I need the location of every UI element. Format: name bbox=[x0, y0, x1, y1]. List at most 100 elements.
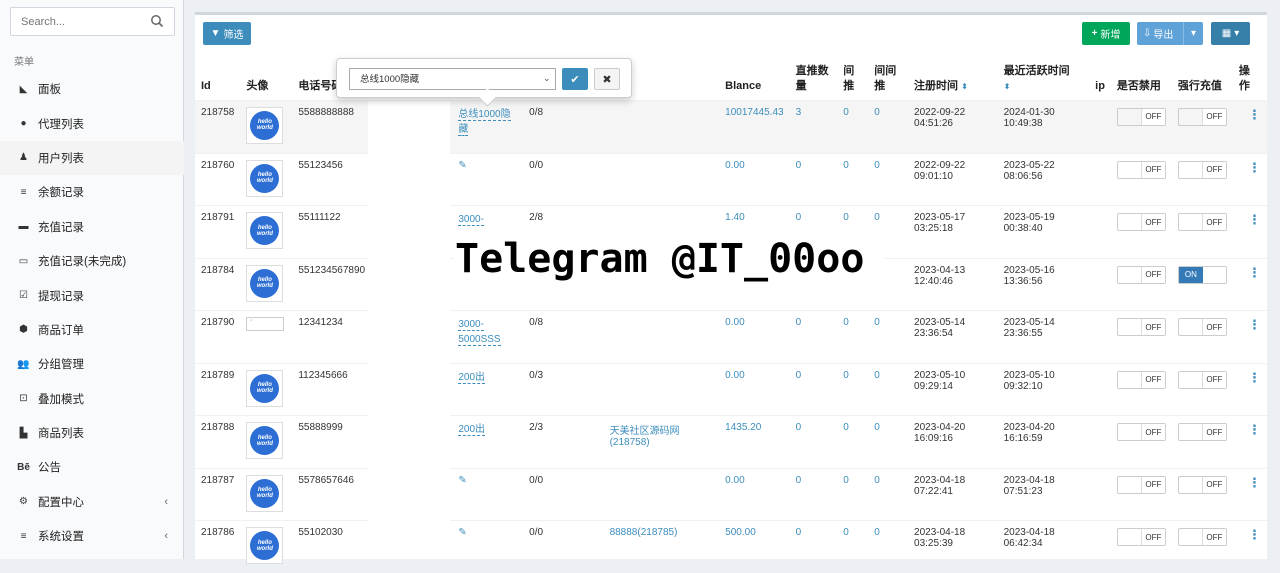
sidebar-item-2[interactable]: ♟用户列表 bbox=[0, 141, 184, 175]
balance-link[interactable]: 500.00 bbox=[725, 527, 756, 538]
balance-link[interactable]: 10017445.43 bbox=[725, 107, 783, 118]
agent-id[interactable]: (218758) bbox=[610, 437, 650, 448]
disable-toggle[interactable]: OFF bbox=[1117, 213, 1166, 231]
confirm-button[interactable]: ✔ bbox=[562, 68, 588, 90]
search-icon[interactable] bbox=[150, 14, 164, 28]
sidebar-item-5[interactable]: ▭充值记录(未完成) bbox=[0, 244, 184, 278]
force-recharge-toggle[interactable]: OFF bbox=[1178, 528, 1227, 546]
columns-button[interactable]: ▦▾ bbox=[1211, 22, 1250, 45]
pencil-icon[interactable]: ✎ bbox=[458, 527, 466, 538]
direct-count-link[interactable]: 0 bbox=[796, 527, 802, 538]
sidebar-item-9[interactable]: ⊡叠加模式 bbox=[0, 382, 184, 416]
col-id[interactable]: Id bbox=[195, 60, 240, 100]
more-actions-icon[interactable]: ⋮ bbox=[1239, 212, 1261, 227]
disable-toggle[interactable]: OFF bbox=[1117, 266, 1166, 284]
sidebar-item-11[interactable]: Bē公告 bbox=[0, 450, 184, 484]
sidebar-item-12[interactable]: ⚙配置中心‹ bbox=[0, 485, 184, 519]
col-indirect2[interactable]: 间间推 bbox=[868, 60, 908, 100]
group-editable-link[interactable]: 3000- bbox=[458, 214, 484, 226]
indirect-count-link[interactable]: 0 bbox=[843, 317, 849, 328]
direct-count-link[interactable]: 0 bbox=[796, 160, 802, 171]
disable-toggle[interactable]: OFF bbox=[1117, 371, 1166, 389]
indirect2-count-link[interactable]: 0 bbox=[874, 107, 880, 118]
indirect2-count-link[interactable]: 0 bbox=[874, 212, 880, 223]
indirect-count-link[interactable]: 0 bbox=[843, 212, 849, 223]
sidebar-item-4[interactable]: ▬充值记录 bbox=[0, 210, 184, 244]
export-button[interactable]: ⇩导出 ▾ bbox=[1137, 22, 1203, 45]
disable-toggle[interactable]: OFF bbox=[1117, 476, 1166, 494]
group-editable-link[interactable]: 200出 bbox=[458, 424, 485, 436]
group-editable-link[interactable]: 200出 bbox=[458, 372, 485, 384]
force-recharge-toggle[interactable]: OFF bbox=[1178, 371, 1227, 389]
direct-count-link[interactable]: 0 bbox=[796, 422, 802, 433]
group-editable-link[interactable]: 3000- bbox=[458, 319, 484, 331]
force-recharge-toggle[interactable]: OFF bbox=[1178, 318, 1227, 336]
indirect2-count-link[interactable]: 0 bbox=[874, 527, 880, 538]
indirect-count-link[interactable]: 0 bbox=[843, 475, 849, 486]
indirect2-count-link[interactable]: 0 bbox=[874, 317, 880, 328]
filter-button[interactable]: ▼筛选 bbox=[203, 22, 251, 45]
col-last-active[interactable]: 最近活跃时间⬍ bbox=[998, 60, 1090, 100]
force-recharge-toggle[interactable]: ON bbox=[1178, 266, 1227, 284]
force-recharge-toggle[interactable]: OFF bbox=[1178, 161, 1227, 179]
disable-toggle[interactable]: OFF bbox=[1117, 161, 1166, 179]
more-actions-icon[interactable]: ⋮ bbox=[1239, 527, 1261, 542]
disable-toggle[interactable]: OFF bbox=[1117, 318, 1166, 336]
sidebar-item-8[interactable]: 👥分组管理 bbox=[0, 347, 184, 381]
disable-toggle[interactable]: OFF bbox=[1117, 423, 1166, 441]
sidebar-item-6[interactable]: ☑提现记录 bbox=[0, 278, 184, 312]
col-direct[interactable]: 直推数量 bbox=[790, 60, 838, 100]
force-recharge-toggle[interactable]: OFF bbox=[1178, 108, 1227, 126]
balance-link[interactable]: 1.40 bbox=[725, 212, 744, 223]
col-indirect[interactable]: 间推 bbox=[837, 60, 868, 100]
direct-count-link[interactable]: 3 bbox=[796, 107, 802, 118]
more-actions-icon[interactable]: ⋮ bbox=[1239, 265, 1261, 280]
group-editable-link[interactable]: 5000SSS bbox=[458, 334, 500, 346]
more-actions-icon[interactable]: ⋮ bbox=[1239, 475, 1261, 490]
disable-toggle[interactable]: OFF bbox=[1117, 528, 1166, 546]
col-reg-time[interactable]: 注册时间 ⬍ bbox=[908, 60, 998, 100]
cancel-button[interactable]: ✖ bbox=[594, 68, 620, 90]
pencil-icon[interactable]: ✎ bbox=[458, 160, 466, 171]
export-dropdown-toggle[interactable]: ▾ bbox=[1183, 22, 1203, 45]
sidebar-item-0[interactable]: ◣面板 bbox=[0, 72, 184, 106]
indirect-count-link[interactable]: 0 bbox=[843, 107, 849, 118]
group-editable-link[interactable]: 总线1000隐藏 bbox=[458, 109, 510, 136]
sidebar-item-7[interactable]: ⬢商品订单 bbox=[0, 313, 184, 347]
direct-count-link[interactable]: 0 bbox=[796, 317, 802, 328]
search-input[interactable] bbox=[11, 8, 141, 35]
sidebar-item-13[interactable]: ≡系统设置‹ bbox=[0, 519, 184, 553]
indirect-count-link[interactable]: 0 bbox=[843, 370, 849, 381]
agent-link[interactable]: 天美社区源码网 bbox=[610, 426, 680, 437]
indirect2-count-link[interactable]: 0 bbox=[874, 475, 880, 486]
indirect2-count-link[interactable]: 0 bbox=[874, 422, 880, 433]
balance-link[interactable]: 0.00 bbox=[725, 317, 744, 328]
force-recharge-toggle[interactable]: OFF bbox=[1178, 213, 1227, 231]
col-balance[interactable]: Blance bbox=[719, 60, 789, 100]
more-actions-icon[interactable]: ⋮ bbox=[1239, 370, 1261, 385]
sidebar-item-10[interactable]: ▙商品列表 bbox=[0, 416, 184, 450]
add-button[interactable]: +新增 bbox=[1082, 22, 1130, 45]
more-actions-icon[interactable]: ⋮ bbox=[1239, 160, 1261, 175]
sort-icon[interactable]: ⬍ bbox=[961, 79, 968, 94]
sidebar-item-3[interactable]: ≡余额记录 bbox=[0, 175, 184, 209]
direct-count-link[interactable]: 0 bbox=[796, 212, 802, 223]
balance-link[interactable]: 0.00 bbox=[725, 475, 744, 486]
sidebar-item-1[interactable]: ●代理列表 bbox=[0, 106, 184, 140]
direct-count-link[interactable]: 0 bbox=[796, 475, 802, 486]
more-actions-icon[interactable]: ⋮ bbox=[1239, 422, 1261, 437]
indirect2-count-link[interactable]: 0 bbox=[874, 370, 880, 381]
indirect-count-link[interactable]: 0 bbox=[843, 160, 849, 171]
more-actions-icon[interactable]: ⋮ bbox=[1239, 317, 1261, 332]
force-recharge-toggle[interactable]: OFF bbox=[1178, 423, 1227, 441]
force-recharge-toggle[interactable]: OFF bbox=[1178, 476, 1227, 494]
balance-link[interactable]: 0.00 bbox=[725, 160, 744, 171]
more-actions-icon[interactable]: ⋮ bbox=[1239, 107, 1261, 122]
direct-count-link[interactable]: 0 bbox=[796, 370, 802, 381]
indirect-count-link[interactable]: 0 bbox=[843, 527, 849, 538]
disable-toggle[interactable]: OFF bbox=[1117, 108, 1166, 126]
pencil-icon[interactable]: ✎ bbox=[458, 475, 466, 486]
group-select[interactable]: 总线1000隐藏 bbox=[349, 68, 556, 90]
agent-link[interactable]: 88888(218785) bbox=[610, 527, 678, 538]
balance-link[interactable]: 1435.20 bbox=[725, 422, 761, 433]
